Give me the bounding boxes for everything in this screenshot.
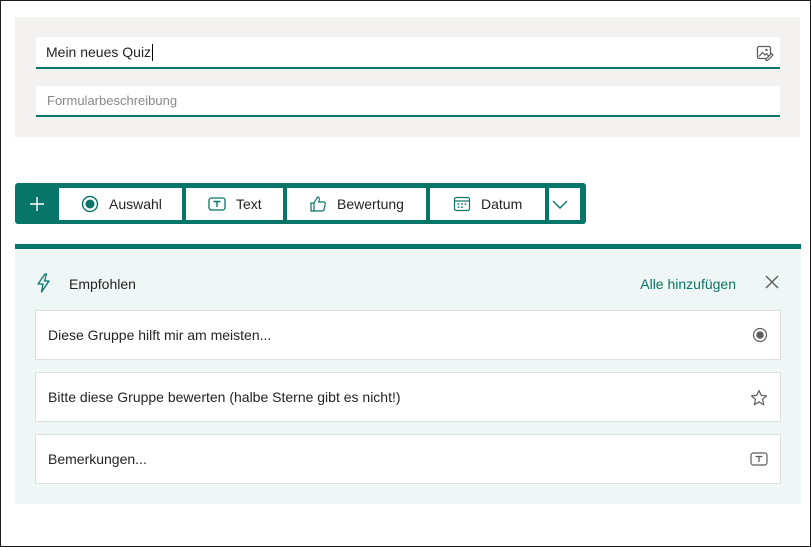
recommended-item[interactable]: Bitte diese Gruppe bewerten (halbe Stern… <box>35 372 781 422</box>
rating-button[interactable]: Bewertung <box>287 188 426 220</box>
add-question-button[interactable] <box>15 183 58 224</box>
form-title-input[interactable]: Mein neues Quiz <box>36 37 780 69</box>
recommended-title: Empfohlen <box>69 276 136 292</box>
recommended-panel: Empfohlen Alle hinzufügen Diese Gruppe h… <box>15 244 801 504</box>
recommended-item-label: Bitte diese Gruppe bewerten (halbe Stern… <box>48 389 401 405</box>
recommended-item[interactable]: Diese Gruppe hilft mir am meisten... <box>35 310 781 360</box>
form-description-placeholder: Formularbeschreibung <box>47 93 178 108</box>
chevron-down-icon <box>552 200 567 209</box>
text-button-label: Text <box>236 196 262 212</box>
close-icon[interactable] <box>764 274 780 290</box>
app-frame: Mein neues Quiz Formularbeschreibung Aus… <box>0 0 811 547</box>
plus-icon <box>29 196 44 211</box>
form-header-card: Mein neues Quiz Formularbeschreibung <box>15 17 800 137</box>
choice-button[interactable]: Auswahl <box>59 188 182 220</box>
choice-button-label: Auswahl <box>109 196 162 212</box>
recommended-item[interactable]: Bemerkungen... <box>35 434 781 484</box>
recommended-header: Empfohlen Alle hinzufügen <box>15 249 801 311</box>
date-button[interactable]: Datum <box>430 188 545 220</box>
form-title-text: Mein neues Quiz <box>46 44 152 60</box>
text-icon <box>750 452 768 466</box>
text-button[interactable]: Text <box>186 188 283 220</box>
text-cursor <box>152 43 154 61</box>
lightning-icon <box>37 273 50 293</box>
form-description-input[interactable]: Formularbeschreibung <box>36 86 780 117</box>
thumbs-up-icon <box>310 196 326 212</box>
text-icon <box>208 197 226 211</box>
radio-icon <box>752 327 768 343</box>
more-question-types-button[interactable] <box>549 188 580 220</box>
date-button-label: Datum <box>481 196 523 212</box>
add-all-link[interactable]: Alle hinzufügen <box>640 276 736 292</box>
rating-button-label: Bewertung <box>337 196 404 212</box>
calendar-icon <box>453 196 471 212</box>
star-icon <box>750 389 768 406</box>
insert-image-icon[interactable] <box>756 44 774 62</box>
recommended-item-label: Diese Gruppe hilft mir am meisten... <box>48 327 272 343</box>
recommended-item-label: Bemerkungen... <box>48 451 147 467</box>
radio-icon <box>81 195 99 213</box>
question-type-toolbar: Auswahl Text Bewertung Datum <box>15 183 586 224</box>
